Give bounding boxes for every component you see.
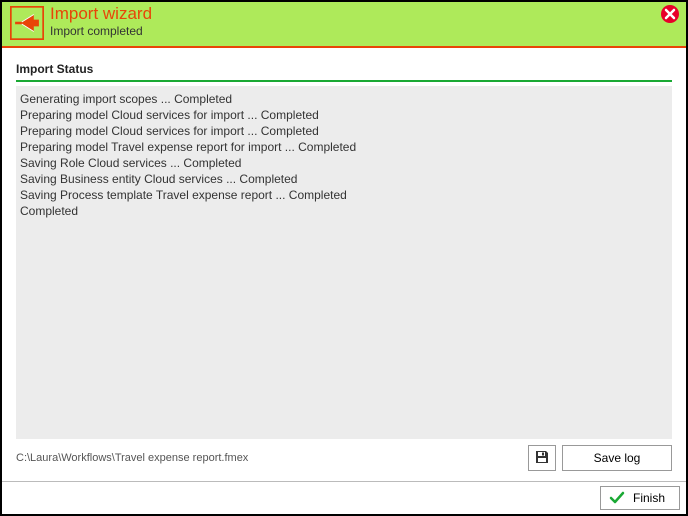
section-divider [16,80,672,82]
wizard-subtitle: Import completed [50,24,152,38]
wizard-title: Import wizard [50,4,152,24]
log-line: Completed [20,203,668,219]
check-icon [609,490,625,506]
finish-button[interactable]: Finish [600,486,680,510]
finish-button-label: Finish [633,491,665,505]
wizard-body: Import Status Generating import scopes .… [2,48,686,481]
import-log: Generating import scopes ... CompletedPr… [16,86,672,439]
open-file-button[interactable] [528,445,556,471]
section-title: Import Status [16,62,672,76]
save-disk-icon [534,449,550,468]
file-path-row: C:\Laura\Workflows\Travel expense report… [16,445,672,471]
log-line: Preparing model Cloud services for impor… [20,107,668,123]
log-line: Preparing model Cloud services for impor… [20,123,668,139]
log-line: Saving Process template Travel expense r… [20,187,668,203]
wizard-header: Import wizard Import completed [2,2,686,48]
log-line: Saving Role Cloud services ... Completed [20,155,668,171]
close-button[interactable] [660,4,680,24]
wizard-footer: Finish [2,481,686,514]
import-arrow-icon [10,6,44,40]
log-line: Saving Business entity Cloud services ..… [20,171,668,187]
log-line: Preparing model Travel expense report fo… [20,139,668,155]
import-wizard-window: Import wizard Import completed Import St… [0,0,688,516]
log-line: Generating import scopes ... Completed [20,91,668,107]
file-path: C:\Laura\Workflows\Travel expense report… [16,452,522,464]
save-log-button[interactable]: Save log [562,445,672,471]
